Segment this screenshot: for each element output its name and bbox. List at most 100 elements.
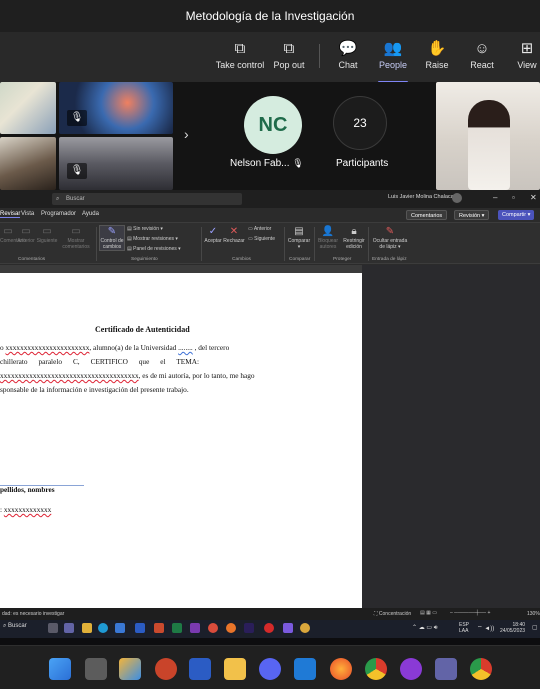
show-markup-button[interactable]: ▤ Mostrar revisiones ▾	[127, 236, 197, 242]
toolbar-button-take-control[interactable]: ⧉ Take control	[213, 38, 267, 78]
file-explorer-icon[interactable]	[224, 658, 246, 680]
store-icon[interactable]	[119, 658, 141, 680]
hide-ink-icon: ✎	[385, 226, 395, 237]
horizontal-ruler[interactable]	[0, 265, 362, 273]
word-icon[interactable]	[135, 623, 145, 633]
zoom-slider[interactable]: – ──────┼── +	[450, 610, 490, 616]
previous-change-button[interactable]: ▭ Anterior	[248, 226, 271, 232]
ribbon-separator	[368, 227, 369, 261]
reviewing-pane-button[interactable]: ▤ Panel de revisiones ▾	[127, 246, 197, 252]
next-comment-button[interactable]: ▭ Siguiente	[36, 226, 58, 244]
new-comment-button[interactable]: ▭ Comentario	[0, 226, 26, 244]
reject-button[interactable]: ✕ Rechazar	[223, 226, 245, 244]
comments-button[interactable]: Comentarios	[406, 210, 448, 220]
toolbar-button-label: React	[470, 60, 494, 70]
view-buttons[interactable]: ▤ ▦ ▭	[420, 610, 437, 616]
block-authors-icon: 👤	[321, 226, 335, 237]
chrome-icon[interactable]	[208, 623, 218, 633]
toolbar-button-pop-out[interactable]: ⧉ Pop out	[262, 38, 316, 78]
paragraph-line-2: chillerato paralelo C, CERTIFICO que el …	[0, 357, 200, 366]
revision-button[interactable]: Revisión ▾	[454, 210, 490, 220]
onenote-icon[interactable]	[190, 623, 200, 633]
block-authors-button[interactable]: 👤 Bloquear autores	[316, 226, 340, 250]
video-tile[interactable]	[0, 137, 56, 190]
video-tile[interactable]: 🎙︎	[59, 82, 173, 134]
minimize-icon[interactable]: –	[493, 193, 497, 202]
paragraph-line-1: o xxxxxxxxxxxxxxxxxxxxxxx, alumno(a) de …	[0, 341, 300, 355]
user-avatar[interactable]	[452, 193, 462, 203]
ribbon-label: Sin revisión	[133, 226, 159, 232]
powerpoint-icon[interactable]	[155, 658, 177, 680]
markup-select[interactable]: ▤ Sin revisión ▾	[127, 226, 197, 232]
chrome-icon[interactable]	[365, 658, 387, 680]
powerpoint-icon[interactable]	[154, 623, 164, 633]
ribbon-label: Ocultar entrada de lápiz	[372, 238, 408, 250]
group-label-cambios: Cambios	[232, 257, 251, 262]
share-button[interactable]: Compartir ▾	[498, 210, 535, 220]
network-icon[interactable]: ⌔ ◄))	[477, 624, 494, 632]
previous-comment-button[interactable]: ▭ Anterior	[16, 226, 36, 244]
status-text: dad: es necesario investigar	[2, 611, 65, 617]
edge-icon[interactable]	[98, 623, 108, 633]
chrome-icon[interactable]	[470, 658, 492, 680]
tab-revisar[interactable]: Revisar	[0, 211, 21, 218]
video-tile-self[interactable]	[436, 82, 540, 190]
group-label-comentarios: Comentarios	[18, 257, 46, 262]
video-tile[interactable]: 🎙︎	[59, 137, 173, 190]
document-page[interactable]: Certificado de Autenticidad o xxxxxxxxxx…	[0, 273, 362, 608]
firefox-icon[interactable]	[330, 658, 352, 680]
text-run-misspelled: xxxxxxxxxxxxxxxxxxxxxxxxxxxxxxxxxxxxxx	[0, 371, 139, 380]
close-icon[interactable]: ✕	[530, 193, 537, 202]
tab-ayuda[interactable]: Ayuda	[82, 211, 99, 217]
excel-icon[interactable]	[172, 623, 182, 633]
ribbon-label: Anterior	[17, 238, 35, 244]
word-user-name[interactable]: Luis Javier Molina Chalacan	[388, 194, 457, 200]
word-ribbon-tabs: Revisar Vista Programador Ayuda Comentar…	[0, 208, 540, 222]
focus-mode-button[interactable]: ⛶ Concentración	[374, 611, 411, 617]
ribbon-label: Mostrar comentarios	[62, 238, 90, 250]
hide-ink-button[interactable]: ✎ Ocultar entrada de lápiz ▾	[371, 226, 409, 250]
opera-icon[interactable]	[264, 623, 274, 633]
premiere-icon[interactable]	[244, 623, 254, 633]
restrict-editing-button[interactable]: 🔒︎ Restringir edición	[341, 226, 367, 250]
tab-programador[interactable]: Programador	[41, 211, 76, 217]
teams-icon[interactable]	[64, 623, 74, 633]
start-icon[interactable]	[49, 658, 71, 680]
file-explorer-icon[interactable]	[82, 623, 92, 633]
participant-avatar[interactable]: NC	[244, 96, 302, 154]
track-changes-button[interactable]: ✎ Control de cambios	[99, 225, 125, 251]
keyboard-language[interactable]: ESP LAA	[459, 622, 469, 634]
chrome-icon[interactable]	[300, 623, 310, 633]
app-icon[interactable]	[283, 623, 293, 633]
word-ribbon: ▭ Comentario ▭ Anterior ▭ Siguiente ▭ Mostra…	[0, 222, 540, 264]
word-icon[interactable]	[189, 658, 211, 680]
previous-icon: ▭	[21, 226, 31, 237]
mic-off-icon: 🎙︎	[67, 110, 87, 126]
participants-count[interactable]: 23	[333, 96, 387, 150]
task-view-icon[interactable]	[85, 658, 107, 680]
tab-vista[interactable]: Vista	[21, 211, 34, 217]
compare-button[interactable]: ▤ Comparar ▾	[287, 226, 311, 250]
discord-icon[interactable]	[259, 658, 281, 680]
text-run-misspelled: xxxxxxxxxxxxxxxxxxxxxxx	[5, 343, 90, 352]
zoom-level[interactable]: 130%	[527, 611, 540, 617]
maximize-icon[interactable]: ▫	[512, 193, 515, 202]
task-view-icon[interactable]	[48, 623, 58, 633]
show-comments-button[interactable]: ▭ Mostrar comentarios	[60, 226, 92, 250]
next-page-chevron-icon[interactable]: ›	[184, 126, 189, 142]
tray-icons[interactable]: ⌃ ☁ ▭ 🔊︎	[412, 624, 437, 632]
app-icon[interactable]	[400, 658, 422, 680]
video-tile[interactable]	[0, 82, 56, 134]
toolbar-button-view[interactable]: ⊞ View	[500, 38, 540, 78]
accept-button[interactable]: ✓ Aceptar	[203, 226, 223, 244]
notification-icon[interactable]: ▢	[532, 624, 538, 631]
store-icon[interactable]	[115, 623, 125, 633]
next-change-button[interactable]: ▭ Siguiente	[248, 236, 275, 242]
vscode-icon[interactable]	[294, 658, 316, 680]
taskbar-search[interactable]: ⌕ Buscar	[3, 623, 27, 630]
firefox-icon[interactable]	[226, 623, 236, 633]
clock[interactable]: 18:40 24/05/2023	[500, 622, 525, 634]
toolbar-button-label: Chat	[338, 60, 358, 70]
word-search-box[interactable]: ⌕ Buscar	[52, 193, 242, 205]
teams-icon[interactable]	[435, 658, 457, 680]
